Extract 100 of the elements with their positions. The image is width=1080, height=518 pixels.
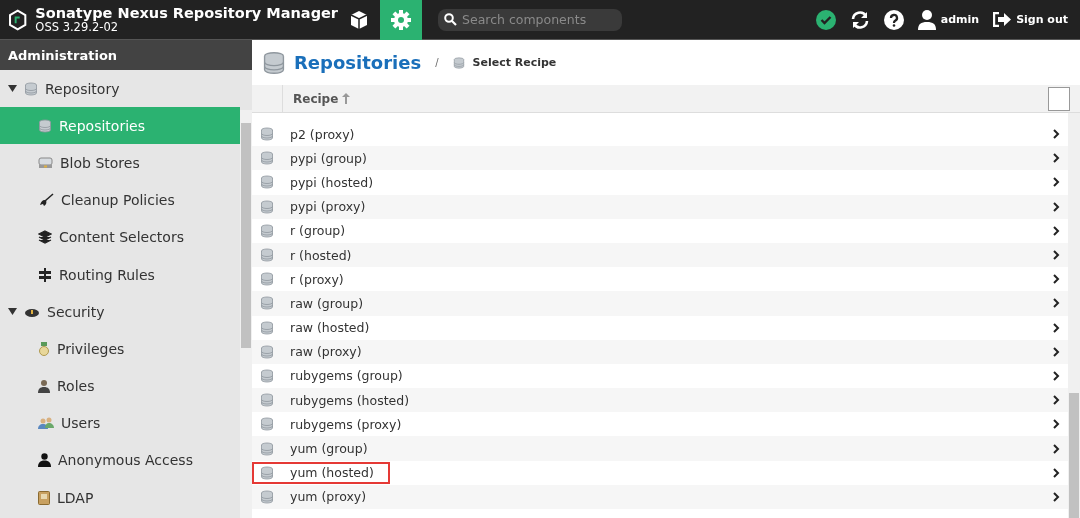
recipe-name: pypi (hosted) bbox=[290, 174, 374, 190]
refresh-icon[interactable] bbox=[849, 9, 870, 30]
chevron-right-icon bbox=[1053, 177, 1060, 188]
sidebar-item[interactable]: Content Selectors bbox=[0, 218, 240, 256]
recipe-name: rubygems (group) bbox=[290, 368, 403, 384]
recipe-name: r (group) bbox=[290, 223, 346, 239]
layers-icon bbox=[38, 230, 52, 245]
sidebar-item[interactable]: LDAP bbox=[0, 479, 240, 517]
chevron-right-icon bbox=[1053, 153, 1060, 164]
table-row[interactable]: raw (proxy) bbox=[252, 339, 1068, 364]
cube-icon bbox=[348, 8, 370, 31]
recipe-name: rubygems (hosted) bbox=[290, 392, 410, 408]
repositories-icon bbox=[262, 50, 286, 75]
brush-icon bbox=[38, 193, 54, 208]
sort-ascending-icon[interactable] bbox=[342, 93, 351, 104]
table-row[interactable]: r (hosted) bbox=[252, 242, 1068, 268]
chevron-right-icon bbox=[1053, 346, 1060, 357]
table-row[interactable]: raw (group) bbox=[252, 291, 1068, 316]
breadcrumb-step: Select Recipe bbox=[472, 56, 557, 69]
sidebar-item[interactable]: Repository bbox=[0, 70, 240, 108]
book-icon bbox=[38, 490, 50, 505]
sidebar-item[interactable]: Security bbox=[0, 293, 240, 331]
person-icon bbox=[38, 379, 50, 394]
user-icon bbox=[917, 9, 936, 30]
chevron-right-icon bbox=[1053, 225, 1060, 236]
table-row[interactable]: yum (proxy) bbox=[252, 484, 1068, 509]
sign-out-button[interactable]: Sign out bbox=[993, 12, 1068, 27]
chevron-right-icon bbox=[1053, 322, 1060, 333]
help-icon[interactable] bbox=[883, 9, 904, 30]
collapse-icon[interactable] bbox=[8, 307, 17, 317]
database-icon bbox=[260, 465, 274, 480]
recipe-name: yum (group) bbox=[290, 441, 368, 457]
table-row[interactable]: yum (group) bbox=[252, 436, 1068, 461]
chevron-right-icon bbox=[1053, 443, 1060, 454]
chevron-right-icon bbox=[1053, 419, 1060, 430]
column-menu-button[interactable] bbox=[1048, 86, 1070, 111]
recipe-name: pypi (proxy) bbox=[290, 199, 366, 215]
table-row[interactable]: pypi (proxy) bbox=[252, 194, 1068, 219]
breadcrumb-separator: / bbox=[435, 57, 439, 68]
database-icon bbox=[260, 296, 274, 311]
table-row[interactable]: rubygems (hosted) bbox=[252, 388, 1068, 413]
database-icon bbox=[260, 417, 274, 432]
sidebar-item[interactable]: Routing Rules bbox=[0, 255, 240, 294]
version-label: OSS 3.29.2-02 bbox=[35, 21, 119, 34]
settings-icon bbox=[390, 8, 412, 31]
user-menu[interactable]: admin bbox=[917, 9, 980, 30]
signpost-icon bbox=[38, 267, 52, 282]
users-icon bbox=[38, 416, 54, 431]
sidebar-item[interactable]: Anonymous Access bbox=[0, 441, 240, 480]
database-icon bbox=[24, 81, 38, 96]
recipe-name: p2 (proxy) bbox=[290, 126, 355, 142]
sidebar-item[interactable]: Privileges bbox=[0, 330, 240, 368]
search-icon bbox=[444, 13, 457, 26]
recipe-name: r (proxy) bbox=[290, 271, 344, 287]
sign-out-icon bbox=[993, 12, 1012, 27]
app-title: Sonatype Nexus Repository Manager bbox=[35, 5, 338, 21]
page-title[interactable]: Repositories bbox=[294, 52, 422, 73]
chevron-right-icon bbox=[1053, 370, 1060, 381]
database-icon bbox=[260, 320, 274, 335]
database-icon bbox=[260, 127, 274, 142]
database-icon bbox=[260, 344, 274, 359]
database-icon bbox=[260, 272, 274, 287]
sidebar-item[interactable]: Blob Stores bbox=[0, 144, 240, 182]
database-icon bbox=[260, 199, 274, 214]
sidebar-item[interactable]: Cleanup Policies bbox=[0, 181, 240, 219]
chevron-right-icon bbox=[1053, 491, 1060, 502]
table-row[interactable]: pypi (group) bbox=[252, 146, 1068, 171]
server-icon bbox=[38, 156, 53, 169]
search-field[interactable]: Search components bbox=[438, 8, 622, 31]
chevron-right-icon bbox=[1053, 250, 1060, 261]
database-icon bbox=[260, 223, 274, 238]
database-icon bbox=[260, 441, 274, 456]
recipe-name: raw (group) bbox=[290, 295, 364, 311]
chevron-right-icon bbox=[1053, 129, 1060, 140]
database-icon bbox=[260, 393, 274, 408]
recipe-name: r (hosted) bbox=[290, 247, 352, 263]
recipe-name: yum (hosted) bbox=[290, 465, 374, 481]
status-ok-icon[interactable] bbox=[815, 9, 836, 30]
person-icon bbox=[38, 453, 51, 468]
chevron-right-icon bbox=[1053, 201, 1060, 212]
chevron-right-icon bbox=[1053, 274, 1060, 285]
recipe-name: pypi (group) bbox=[290, 150, 367, 166]
sidebar-item[interactable]: Users bbox=[0, 404, 240, 442]
database-icon bbox=[260, 175, 274, 190]
sidebar-item[interactable]: Roles bbox=[0, 367, 240, 405]
collapse-icon[interactable] bbox=[8, 84, 17, 94]
database-icon bbox=[452, 56, 465, 69]
database-icon bbox=[260, 248, 274, 263]
database-icon bbox=[260, 368, 274, 383]
database-icon bbox=[260, 151, 274, 166]
chevron-right-icon bbox=[1053, 298, 1060, 309]
recipe-name: rubygems (proxy) bbox=[290, 416, 402, 432]
recipe-name: yum (proxy) bbox=[290, 489, 367, 505]
database-icon bbox=[38, 118, 52, 133]
column-header[interactable]: Recipe bbox=[293, 91, 339, 106]
database-icon bbox=[260, 489, 274, 504]
scrollbar[interactable] bbox=[1068, 113, 1080, 518]
medal-icon bbox=[38, 341, 50, 356]
scrollbar[interactable] bbox=[240, 110, 252, 518]
chevron-right-icon bbox=[1053, 395, 1060, 406]
